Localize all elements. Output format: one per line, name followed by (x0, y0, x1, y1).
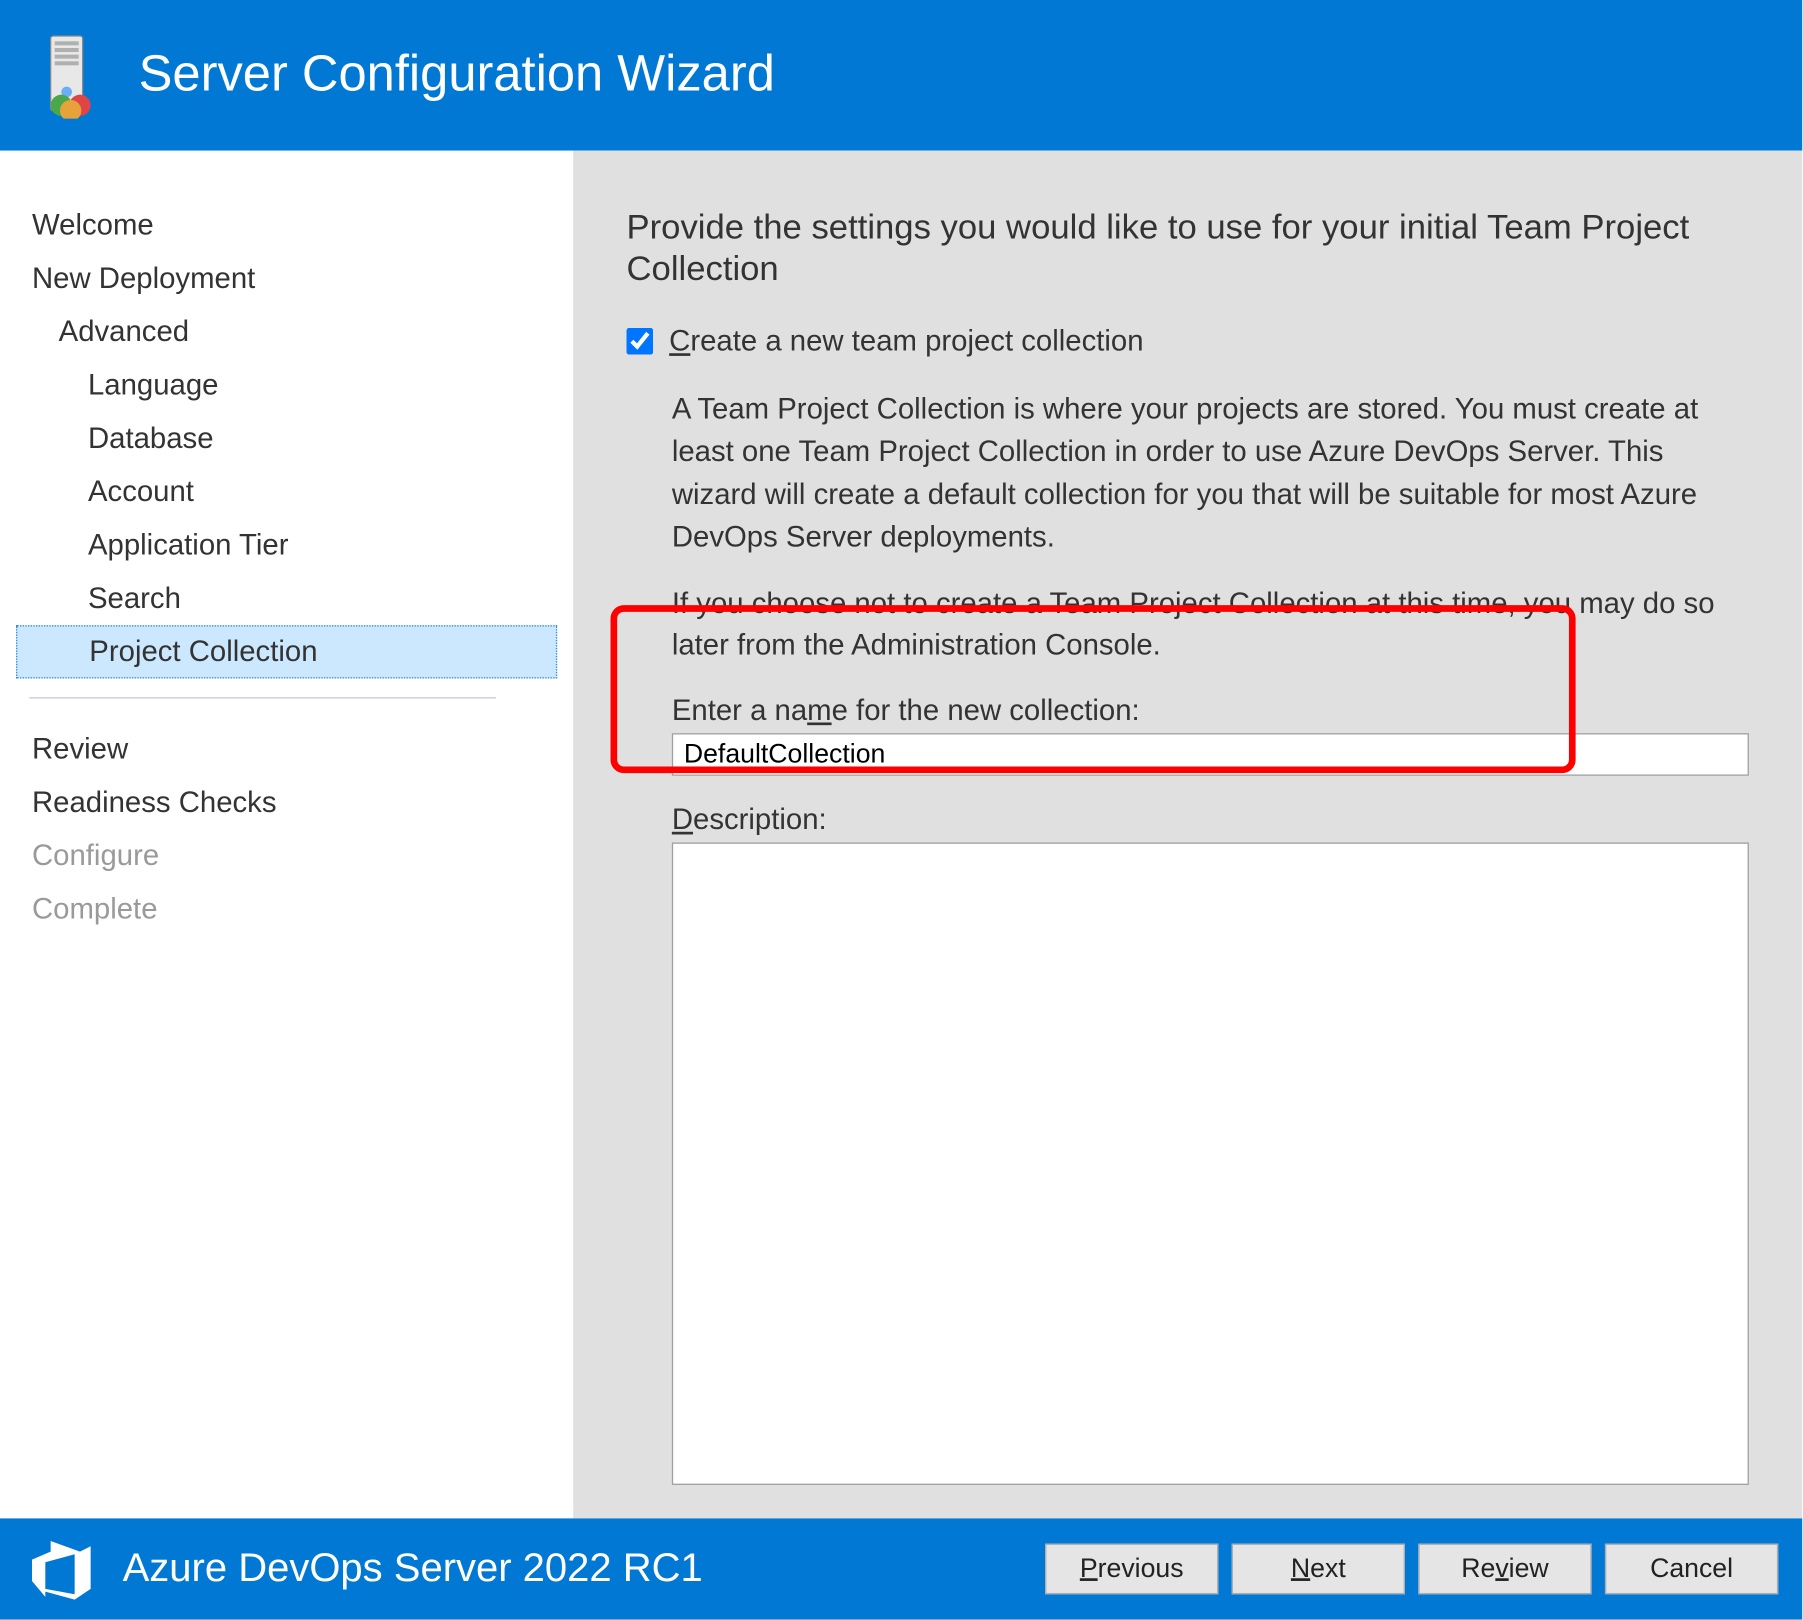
page-title: Provide the settings you would like to u… (627, 207, 1749, 290)
description-input[interactable] (672, 843, 1749, 1486)
sidebar-separator (29, 697, 496, 698)
sidebar-item-account[interactable]: Account (0, 465, 573, 518)
wizard-title: Server Configuration Wizard (139, 47, 775, 104)
sidebar-item-configure: Configure (0, 829, 573, 882)
sidebar: Welcome New Deployment Advanced Language… (0, 151, 573, 1519)
sidebar-item-project-collection[interactable]: Project Collection (16, 625, 557, 678)
wizard-header: Server Configuration Wizard (0, 0, 1802, 151)
description-label: Description: (627, 803, 1749, 838)
product-name: Azure DevOps Server 2022 RC1 (123, 1547, 1045, 1592)
create-collection-checkbox[interactable] (627, 328, 654, 355)
previous-button[interactable]: Previous (1045, 1544, 1218, 1595)
description-text: A Team Project Collection is where your … (627, 388, 1749, 667)
footer-button-bar: Previous Next Review Cancel (1045, 1544, 1778, 1595)
create-collection-label: Create a new team project collection (669, 324, 1143, 359)
collection-name-input[interactable] (672, 734, 1749, 777)
sidebar-item-review[interactable]: Review (0, 722, 573, 775)
collection-name-label: Enter a name for the new collection: (627, 694, 1749, 729)
wizard-footer: Azure DevOps Server 2022 RC1 Previous Ne… (0, 1519, 1802, 1620)
next-button[interactable]: Next (1232, 1544, 1405, 1595)
sidebar-item-new-deployment[interactable]: New Deployment (0, 252, 573, 305)
main-panel: Provide the settings you would like to u… (573, 151, 1802, 1519)
create-collection-checkbox-row: Create a new team project collection (627, 324, 1749, 359)
sidebar-item-application-tier[interactable]: Application Tier (0, 519, 573, 572)
sidebar-item-database[interactable]: Database (0, 412, 573, 465)
sidebar-item-language[interactable]: Language (0, 359, 573, 412)
review-button[interactable]: Review (1418, 1544, 1591, 1595)
sidebar-item-complete: Complete (0, 882, 573, 935)
server-icon (32, 33, 101, 118)
sidebar-item-search[interactable]: Search (0, 572, 573, 625)
sidebar-item-welcome[interactable]: Welcome (0, 199, 573, 252)
sidebar-item-advanced[interactable]: Advanced (0, 305, 573, 358)
azure-devops-icon (24, 1536, 99, 1603)
sidebar-item-readiness-checks[interactable]: Readiness Checks (0, 776, 573, 829)
cancel-button[interactable]: Cancel (1605, 1544, 1778, 1595)
